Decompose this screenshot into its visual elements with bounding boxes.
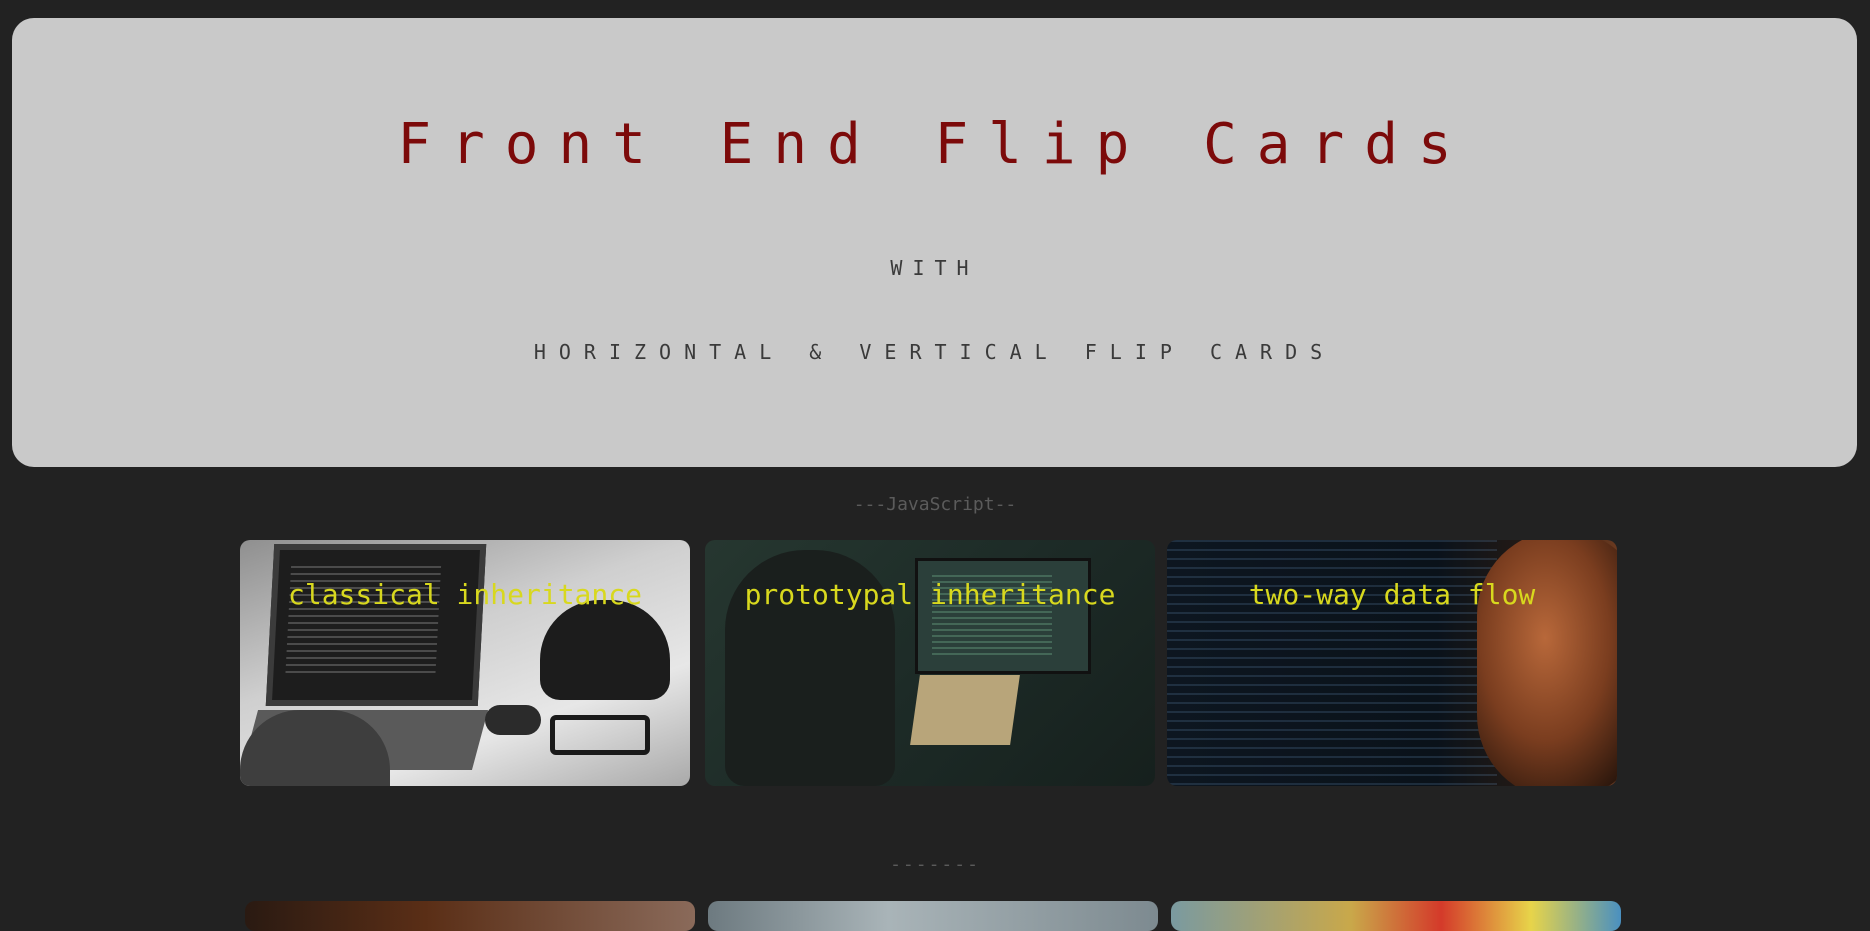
monitor-shape [915, 558, 1091, 674]
page-title: Front End Flip Cards [397, 112, 1472, 177]
face-shape [1477, 540, 1617, 786]
card-title: two-way data flow [1248, 578, 1536, 611]
section-label-javascript: ---JavaScript-- [853, 494, 1017, 515]
flip-card-two-way-data-flow[interactable]: two-way data flow [1167, 540, 1617, 786]
developer-at-monitor-photo [705, 540, 1155, 786]
laptop-screen-shape [265, 544, 487, 706]
code-lines-shape [1167, 540, 1497, 786]
code-screen-photo [1167, 540, 1617, 786]
flip-card-row2-2[interactable] [708, 901, 1158, 931]
mouse-shape [485, 705, 541, 735]
flip-card-classical-inheritance[interactable]: classical inheritance [240, 540, 690, 786]
hero-subtitle: HORIZONTAL & VERTICAL FLIP CARDS [533, 340, 1336, 364]
hero-banner: Front End Flip Cards WITH HORIZONTAL & V… [12, 18, 1857, 467]
hero-with-text: WITH [890, 256, 979, 280]
flip-card-prototypal-inheritance[interactable]: prototypal inheritance [705, 540, 1155, 786]
card-title: prototypal inheritance [744, 578, 1116, 611]
cap-shape [540, 600, 670, 700]
flip-card-row2-3[interactable] [1171, 901, 1621, 931]
laptop-shape [910, 675, 1020, 745]
laptop-desk-photo [240, 540, 690, 786]
section-label-second: ------- [890, 854, 980, 875]
glasses-shape [550, 715, 650, 755]
flip-card-row2-1[interactable] [245, 901, 695, 931]
card-title: classical inheritance [287, 578, 642, 611]
